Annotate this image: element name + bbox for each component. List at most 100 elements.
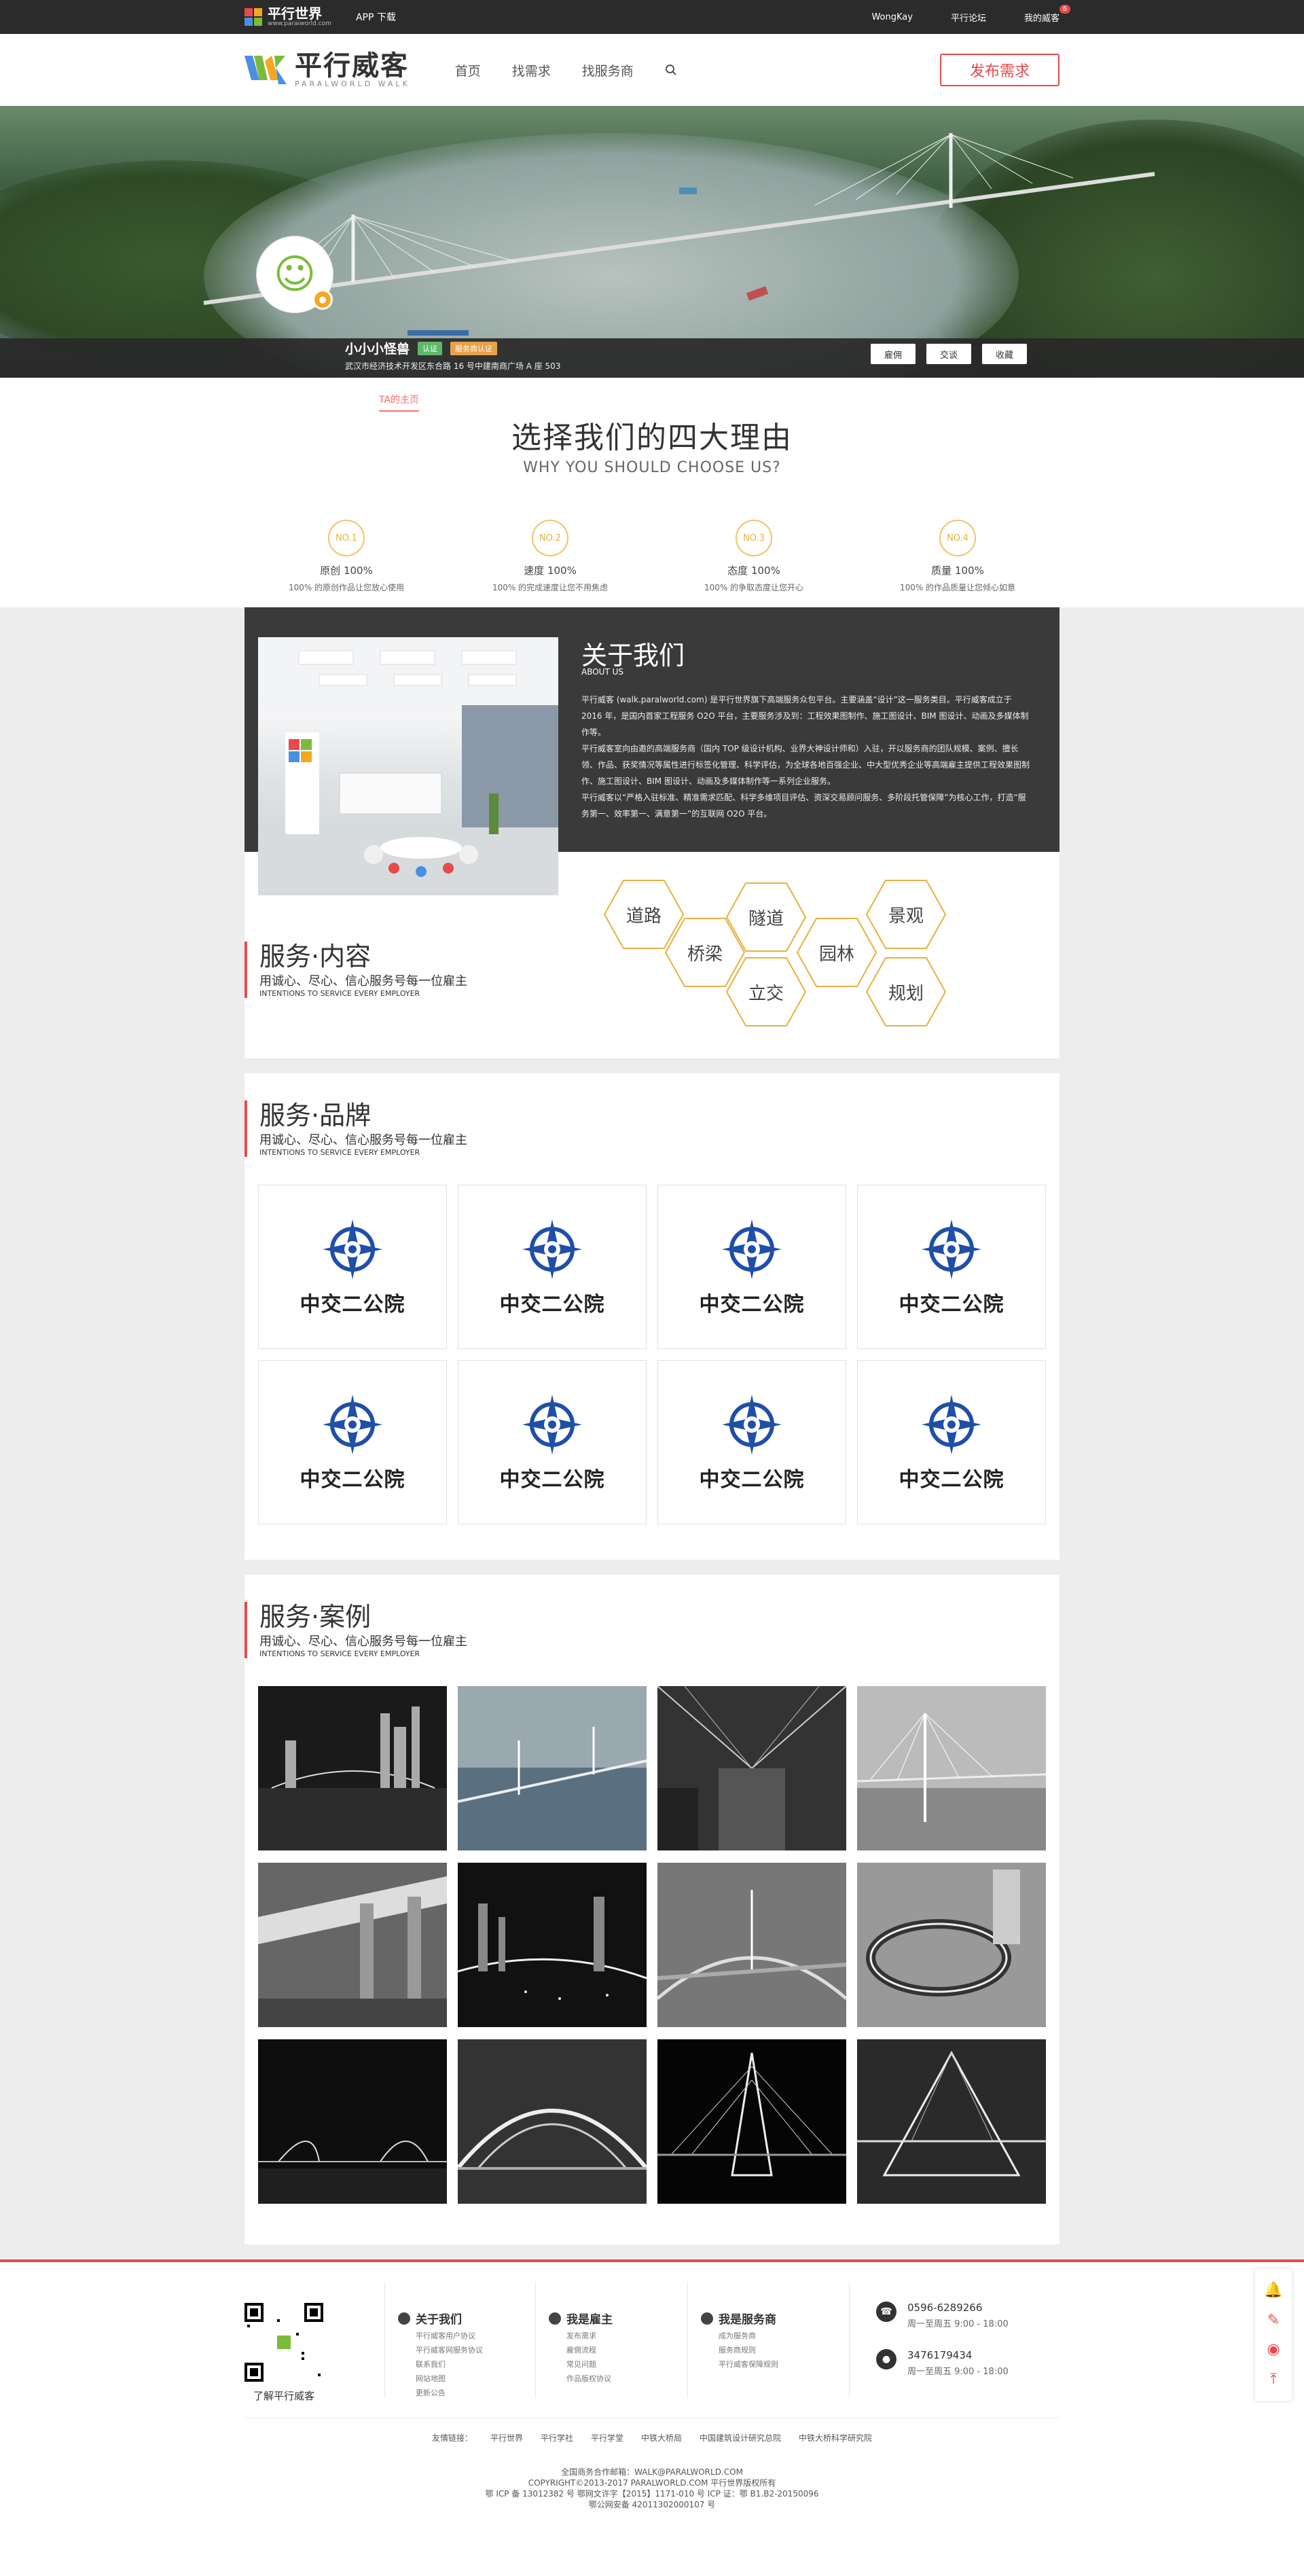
section-slogan-en: INTENTIONS TO SERVICE EVERY EMPLOYER bbox=[259, 1649, 420, 1658]
bell-icon[interactable]: 🔔 bbox=[1264, 2282, 1282, 2299]
about-title: 关于我们 bbox=[581, 641, 685, 670]
case-image[interactable] bbox=[258, 1863, 447, 2027]
favorite-button[interactable]: 收藏 bbox=[982, 344, 1027, 364]
brand-cell[interactable]: 中交二公院 bbox=[458, 1185, 647, 1349]
brand-name: 中交二公院 bbox=[499, 1468, 605, 1492]
reason-title: 态度 100% bbox=[727, 565, 780, 577]
back-to-top-icon[interactable]: ⤒ bbox=[1270, 2371, 1277, 2388]
site-logo[interactable]: 平行威客 PARALWORLD WALK bbox=[244, 52, 410, 88]
case-image[interactable] bbox=[258, 2039, 447, 2204]
verified-badge: 认证 bbox=[418, 341, 443, 355]
tab-walk-works[interactable]: 威客作品 bbox=[560, 393, 598, 412]
footer-link[interactable]: 作品版权协议 bbox=[549, 2373, 613, 2384]
about-paragraph: 平行威客 (walk.paralworld.com) 是平行世界旗下高端服务众包… bbox=[581, 695, 1029, 737]
qr-block: 了解平行威客 bbox=[244, 2303, 323, 2403]
footer-link[interactable]: 发布需求 bbox=[549, 2330, 613, 2341]
nav-find-demand[interactable]: 找需求 bbox=[512, 61, 551, 79]
footer: 了解平行威客 关于我们 平行威客用户协议 平行威客网服务协议 联系我们 网站地图… bbox=[0, 2259, 1304, 2524]
brand-cell[interactable]: 中交二公院 bbox=[258, 1360, 447, 1524]
nav-find-provider[interactable]: 找服务商 bbox=[582, 61, 634, 79]
footer-link[interactable]: 服务商规则 bbox=[701, 2344, 778, 2355]
case-image[interactable] bbox=[458, 1686, 647, 1850]
reasons-section: 选择我们的四大理由 WHY YOU SHOULD CHOOSE US? NO.1… bbox=[0, 378, 1304, 607]
tab-commercial-works[interactable]: 商业作品 bbox=[441, 393, 479, 412]
edit-icon[interactable]: ✎ bbox=[1267, 2312, 1280, 2329]
friend-link[interactable]: 中铁大桥局 bbox=[641, 2432, 682, 2444]
footer-link[interactable]: 平行威客网服务协议 bbox=[398, 2344, 483, 2355]
friend-link[interactable]: 中国建筑设计研究总院 bbox=[700, 2432, 781, 2444]
wechat-icon[interactable]: ◉ bbox=[1267, 2341, 1280, 2358]
user-link[interactable]: WongKay bbox=[871, 12, 913, 22]
case-image[interactable] bbox=[657, 2039, 846, 2204]
brand-logo-icon bbox=[323, 1219, 382, 1279]
hire-button[interactable]: 雇佣 bbox=[871, 344, 916, 364]
hex-tunnel[interactable]: 隧道 bbox=[725, 882, 807, 952]
friend-links-label: 友情链接： bbox=[431, 2433, 473, 2443]
brand-cell[interactable]: 中交二公院 bbox=[857, 1360, 1046, 1524]
qq-icon: ● bbox=[876, 2349, 896, 2369]
my-walk-link[interactable]: 我的威客 6 bbox=[1024, 4, 1070, 24]
section-slogan-en: INTENTIONS TO SERVICE EVERY EMPLOYER bbox=[259, 989, 420, 998]
footer-link[interactable]: 更新公告 bbox=[398, 2387, 483, 2398]
tab-home[interactable]: TA的主页 bbox=[379, 393, 420, 412]
case-image[interactable] bbox=[258, 1686, 447, 1850]
reason-desc: 100% 的原创作品让您放心使用 bbox=[288, 583, 405, 592]
reason-number: NO.1 bbox=[328, 520, 365, 556]
tab-honors[interactable]: 荣誉资质 bbox=[501, 393, 539, 412]
search-icon[interactable] bbox=[665, 64, 677, 76]
message-count-badge: 6 bbox=[1059, 4, 1070, 14]
reasons-title: 选择我们的四大理由 bbox=[511, 421, 793, 455]
user-icon bbox=[549, 2312, 561, 2325]
footer-col-title: 我是服务商 bbox=[719, 2313, 776, 2327]
about-paragraph: 平行威客室向由邀的高端服务商（国内 TOP 级设计机构、业界大神设计师和）入驻，… bbox=[581, 744, 1030, 786]
lock-icon: ● bbox=[312, 289, 333, 310]
case-image[interactable] bbox=[857, 1686, 1046, 1850]
chat-button[interactable]: 交谈 bbox=[926, 344, 971, 364]
footer-link[interactable]: 常见问题 bbox=[549, 2359, 613, 2369]
reason-item: NO.2 速度 100% 100% 的完成速度让您不用焦虑 bbox=[448, 520, 652, 593]
nav-home[interactable]: 首页 bbox=[455, 61, 481, 79]
walk-logo-icon bbox=[244, 56, 287, 84]
friend-link[interactable]: 平行学社 bbox=[541, 2432, 573, 2444]
case-image[interactable] bbox=[857, 2039, 1046, 2204]
provider-badge: 服务商认证 bbox=[450, 341, 498, 355]
footer-link[interactable]: 平行威客保障规则 bbox=[701, 2359, 778, 2369]
hex-planning[interactable]: 规划 bbox=[865, 956, 947, 1027]
reason-desc: 100% 的作品质量让您倾心如意 bbox=[899, 583, 1016, 592]
section-title: 服务·内容 bbox=[259, 942, 372, 971]
friend-link[interactable]: 平行学堂 bbox=[591, 2432, 623, 2444]
case-image[interactable] bbox=[458, 1863, 647, 2027]
topbar-brand[interactable]: 平行世界 www.paraiworld.com bbox=[244, 7, 331, 27]
footer-link[interactable]: 联系我们 bbox=[398, 2359, 483, 2369]
case-image[interactable] bbox=[458, 2039, 647, 2204]
profile-tabs: TA的主页 商业作品 荣誉资质 威客作品 bbox=[379, 393, 598, 412]
reason-desc: 100% 的完成速度让您不用焦虑 bbox=[492, 583, 609, 592]
footer-link[interactable]: 平行威客用户协议 bbox=[398, 2330, 483, 2341]
friend-link[interactable]: 中铁大桥科学研究院 bbox=[799, 2432, 872, 2444]
about-paragraph: 平行威客以“严格入驻标准、精准需求匹配、科学多维项目评估、资深交易顾问服务、多阶… bbox=[581, 793, 1026, 819]
reason-title: 速度 100% bbox=[524, 565, 577, 577]
avatar[interactable]: ☺ ● bbox=[257, 236, 333, 312]
bbs-link[interactable]: 平行论坛 bbox=[951, 11, 986, 24]
brand-cell[interactable]: 中交二公院 bbox=[857, 1185, 1046, 1349]
contact-qq: ● 3476179434 周一至周五 9:00 - 18:00 bbox=[876, 2349, 1009, 2377]
footer-link[interactable]: 成为服务商 bbox=[701, 2330, 778, 2341]
office-photo bbox=[258, 637, 558, 895]
brand-cell[interactable]: 中交二公院 bbox=[657, 1360, 846, 1524]
hex-interchange[interactable]: 立交 bbox=[725, 956, 807, 1027]
main-header: 平行威客 PARALWORLD WALK 首页 找需求 找服务商 发布需求 bbox=[0, 34, 1304, 106]
friend-link[interactable]: 平行世界 bbox=[490, 2432, 523, 2444]
brand-cell[interactable]: 中交二公院 bbox=[458, 1360, 647, 1524]
brand-cell[interactable]: 中交二公院 bbox=[657, 1185, 846, 1349]
footer-link[interactable]: 网站地图 bbox=[398, 2373, 483, 2384]
publish-demand-button[interactable]: 发布需求 bbox=[940, 54, 1060, 86]
case-image[interactable] bbox=[657, 1686, 846, 1850]
case-image[interactable] bbox=[657, 1863, 846, 2027]
reason-desc: 100% 的争取态度让您开心 bbox=[704, 583, 804, 592]
brand-cell[interactable]: 中交二公院 bbox=[258, 1185, 447, 1349]
case-image[interactable] bbox=[857, 1863, 1046, 2027]
footer-link[interactable]: 雇佣流程 bbox=[549, 2344, 613, 2355]
profile-banner bbox=[0, 106, 1304, 378]
app-download-link[interactable]: APP 下载 bbox=[356, 10, 396, 24]
hex-landscape[interactable]: 景观 bbox=[865, 879, 947, 950]
